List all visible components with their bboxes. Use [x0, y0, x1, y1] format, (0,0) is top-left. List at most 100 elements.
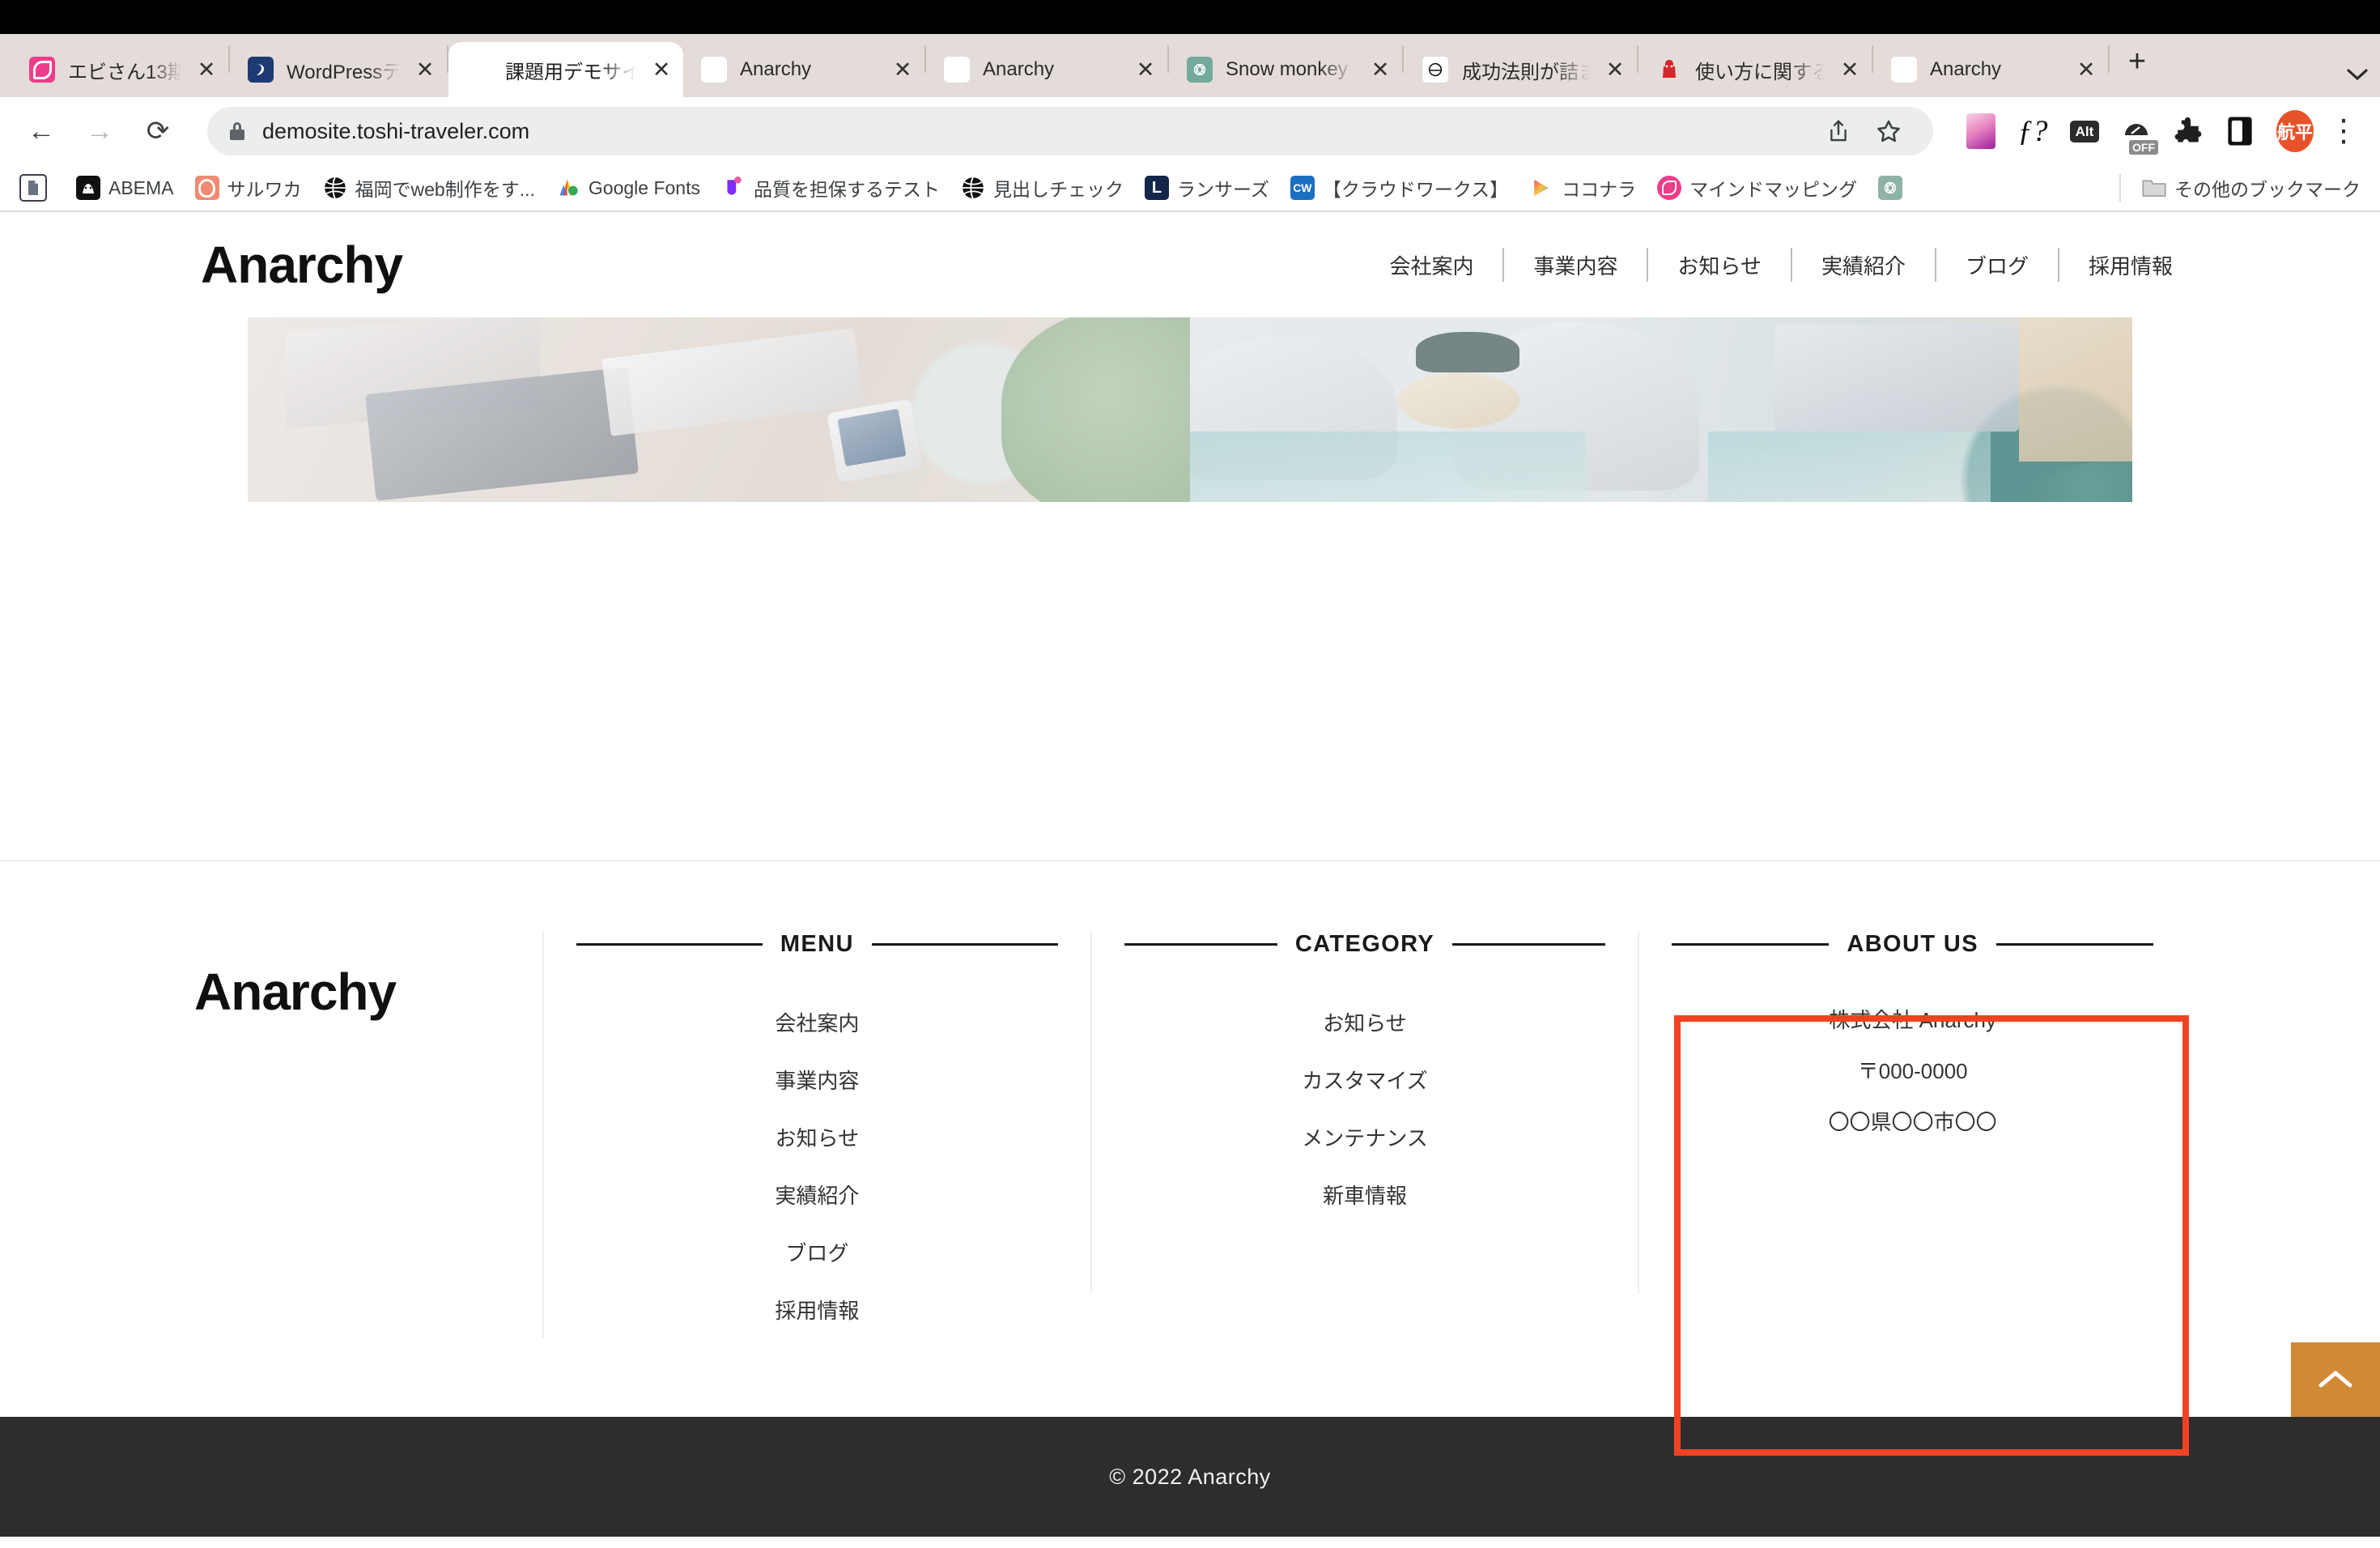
browser-tab[interactable]: A Anarchy ✕	[1873, 42, 2108, 97]
globe-icon	[961, 176, 985, 200]
list-item[interactable]: お知らせ	[576, 1108, 1058, 1166]
bookmark-item[interactable]: 福岡でweb制作をす...	[323, 174, 535, 202]
mindmapping-icon	[1657, 176, 1682, 200]
bookmark-item[interactable]: 品質を担保するテスト	[721, 174, 940, 202]
tab-title: Anarchy	[983, 58, 1055, 80]
anarchy-favicon-icon: A	[466, 57, 492, 83]
browser-tab[interactable]: Snow monkey w ✕	[1169, 42, 1402, 97]
tab-close-icon[interactable]: ✕	[648, 56, 675, 83]
browser-tab[interactable]: A Anarchy ✕	[683, 42, 924, 97]
tab-close-icon[interactable]: ✕	[1132, 56, 1159, 83]
bookmark-item[interactable]	[1878, 176, 1910, 200]
list-item[interactable]: ブログ	[576, 1223, 1058, 1281]
tab-close-icon[interactable]: ✕	[1836, 56, 1864, 83]
javascript-off-icon[interactable]: OFF	[2118, 113, 2158, 155]
forward-button[interactable]: →	[76, 108, 123, 155]
copyright-text: © 2022 Anarchy	[1109, 1464, 1271, 1489]
note-favicon-icon	[1422, 56, 1449, 83]
tab-close-icon[interactable]: ✕	[411, 56, 439, 83]
bookmark-item[interactable]: ABEMA	[76, 176, 174, 200]
tab-title: Anarchy	[740, 58, 812, 80]
nav-item-blog[interactable]: ブログ	[1936, 250, 2058, 280]
bookmark-item[interactable]: マインドマッピング	[1657, 174, 1857, 202]
other-bookmarks-button[interactable]: その他のブックマーク	[2142, 174, 2361, 202]
nav-item-works[interactable]: 実績紹介	[1792, 250, 1935, 280]
globe-icon	[323, 176, 347, 200]
bookmark-label: ABEMA	[108, 176, 174, 198]
footer-logo[interactable]: Anarchy	[194, 931, 542, 1022]
nav-item-business[interactable]: 事業内容	[1504, 250, 1647, 280]
gradient-extension-icon[interactable]	[1962, 113, 2000, 150]
tab-search-icon[interactable]	[2335, 52, 2380, 97]
extensions-puzzle-icon[interactable]	[2170, 113, 2207, 150]
abema-icon	[76, 176, 100, 200]
list-item[interactable]: 新車情報	[1124, 1166, 1606, 1223]
list-item[interactable]: お知らせ	[1124, 993, 1606, 1051]
bookmark-star-icon[interactable]	[1865, 108, 1912, 155]
browser-tab-active[interactable]: A 課題用デモサイト ✕	[448, 42, 683, 97]
footer-category-list: お知らせ カスタマイズ メンテナンス 新車情報	[1124, 993, 1606, 1223]
share-icon[interactable]	[1815, 108, 1862, 155]
tab-title: 使い方に関する質	[1695, 61, 1825, 83]
reload-button[interactable]: ⟳	[134, 108, 181, 155]
tab-title: Anarchy	[1930, 58, 2002, 80]
tab-close-icon[interactable]: ✕	[1366, 56, 1394, 83]
list-item[interactable]: 会社案内	[576, 993, 1058, 1051]
browser-toolbar: ← → ⟳ demosite.toshi-traveler.com ƒ? Alt…	[0, 97, 2380, 165]
list-item[interactable]: 実績紹介	[576, 1166, 1058, 1223]
tab-title: エビさん13期 - M	[68, 61, 181, 83]
nav-item-news[interactable]: お知らせ	[1648, 250, 1790, 280]
tab-title: Snow monkey w	[1226, 58, 1355, 80]
list-item[interactable]: 採用情報	[576, 1281, 1058, 1338]
profile-avatar[interactable]: 航平	[2276, 110, 2314, 152]
browser-tab[interactable]: エビさん13期 - M ✕	[11, 42, 228, 97]
bookmark-label: 【クラウドワークス】	[1322, 179, 1509, 200]
wordpress-favicon-icon	[248, 57, 274, 83]
crowdworks-icon: CW	[1290, 176, 1315, 200]
chrome-menu-icon[interactable]: ⋮	[2325, 113, 2362, 150]
footer-menu-list: 会社案内 事業内容 お知らせ 実績紹介 ブログ 採用情報	[576, 993, 1058, 1338]
font-inspector-icon[interactable]: ƒ?	[2014, 113, 2051, 150]
bookmark-item[interactable]: Google Fonts	[556, 176, 700, 200]
folder-icon	[2142, 176, 2166, 200]
bookmark-item[interactable]	[19, 174, 55, 202]
footer-heading-about-us: ABOUT US	[1672, 931, 2154, 958]
tab-close-icon[interactable]: ✕	[193, 56, 220, 83]
lancers-icon: L	[1145, 176, 1169, 200]
alt-text-icon[interactable]: Alt	[2066, 113, 2103, 150]
site-logo[interactable]: Anarchy	[201, 235, 403, 295]
bookmark-label: 品質を担保するテスト	[754, 179, 940, 200]
bookmark-item[interactable]: L ランサーズ	[1145, 174, 1269, 202]
anarchy-favicon-icon: A	[1891, 57, 1917, 83]
address: 〇〇県〇〇市〇〇	[1828, 1110, 1997, 1134]
openai-icon	[1878, 176, 1903, 200]
browser-tab[interactable]: 成功法則が詰まっ ✕	[1404, 42, 1637, 97]
browser-tab[interactable]: 使い方に関する質 ✕	[1638, 42, 1872, 97]
postal-code: 〒000-0000	[1857, 1059, 1968, 1083]
tab-divider	[2108, 45, 2110, 73]
footer-column-category: CATEGORY お知らせ カスタマイズ メンテナンス 新車情報	[1090, 931, 1638, 1294]
tab-close-icon[interactable]: ✕	[2072, 56, 2100, 83]
address-bar[interactable]: demosite.toshi-traveler.com	[207, 107, 1933, 155]
back-to-top-button[interactable]	[2291, 1342, 2380, 1417]
browser-tab[interactable]: WordPressテー ✕	[230, 42, 447, 97]
list-item[interactable]: メンテナンス	[1124, 1108, 1606, 1166]
bookmark-item[interactable]: CW 【クラウドワークス】	[1290, 174, 1508, 202]
reader-icon	[19, 174, 47, 202]
back-button[interactable]: ←	[18, 108, 65, 155]
anarchy-favicon-icon: A	[701, 57, 727, 83]
purple-flag-icon	[721, 176, 746, 200]
tab-close-icon[interactable]: ✕	[1601, 56, 1629, 83]
list-item[interactable]: カスタマイズ	[1124, 1051, 1606, 1108]
new-tab-button[interactable]: +	[2114, 39, 2160, 84]
side-panel-icon[interactable]	[2221, 113, 2259, 150]
list-item[interactable]: 事業内容	[576, 1051, 1058, 1108]
nav-item-company[interactable]: 会社案内	[1360, 250, 1502, 280]
browser-tab[interactable]: A Anarchy ✕	[926, 42, 1167, 97]
nav-item-recruit[interactable]: 採用情報	[2059, 250, 2202, 280]
tab-close-icon[interactable]: ✕	[889, 56, 916, 83]
bookmark-label: サルワカ	[227, 179, 302, 200]
bookmark-item[interactable]: 見出しチェック	[961, 174, 1124, 202]
bookmark-item[interactable]: サルワカ	[194, 174, 302, 202]
bookmark-item[interactable]: ココナラ	[1529, 174, 1636, 202]
